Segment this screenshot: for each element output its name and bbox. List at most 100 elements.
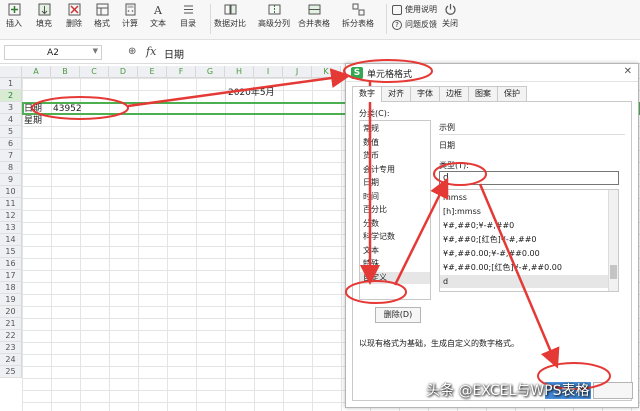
category-item[interactable]: 自定义 [360, 271, 430, 284]
column-header[interactable]: B [51, 66, 80, 78]
feedback-label: 问题反馈 [405, 20, 437, 29]
column-header[interactable]: K [312, 66, 341, 78]
row-header[interactable]: 20 [0, 306, 22, 318]
row-header[interactable]: 8 [0, 162, 22, 174]
delete-format-button[interactable]: 删除(D) [375, 307, 421, 323]
column-header[interactable]: E [138, 66, 167, 78]
select-all-corner[interactable] [0, 66, 22, 78]
delete-button[interactable]: 删除 [66, 2, 82, 29]
merge-tables-button[interactable]: 合并表格 [298, 2, 330, 29]
dialog-tab[interactable]: 对齐 [381, 86, 411, 101]
row-header[interactable]: 7 [0, 150, 22, 162]
row-header[interactable]: 13 [0, 222, 22, 234]
calc-button[interactable]: 计算 [122, 2, 138, 29]
format-item[interactable]: [h]:mmss [443, 205, 481, 218]
delete-icon [67, 2, 81, 16]
help-button[interactable]: 使用说明 [392, 4, 437, 15]
formula-input[interactable]: 日期 [164, 46, 184, 61]
chevron-down-icon[interactable]: ▼ [93, 47, 98, 55]
row-header[interactable]: 16 [0, 258, 22, 270]
category-item[interactable]: 日期 [363, 177, 379, 189]
row-header[interactable]: 19 [0, 294, 22, 306]
row-header[interactable]: 14 [0, 234, 22, 246]
cell-a3[interactable]: 星期 [24, 115, 42, 127]
row-header[interactable]: 23 [0, 342, 22, 354]
cell-title[interactable]: 2020年5月 [228, 87, 275, 99]
row-header[interactable]: 15 [0, 246, 22, 258]
split-tables-button[interactable]: 拆分表格 [342, 2, 374, 29]
row-header[interactable]: 17 [0, 270, 22, 282]
category-list[interactable]: 常规数值 货币会计专用 日期时间 百分比分数 科学记数文本 特殊 自定义 [359, 120, 431, 300]
column-header[interactable]: J [283, 66, 312, 78]
format-icon [95, 2, 109, 16]
text-button[interactable]: A 文本 [150, 2, 166, 29]
format-button[interactable]: 格式 [94, 2, 110, 29]
row-header[interactable]: 6 [0, 138, 22, 150]
format-item[interactable]: d [440, 275, 608, 288]
row-header[interactable]: 3 [0, 102, 22, 114]
dialog-tab[interactable]: 数字 [352, 86, 382, 102]
name-box[interactable]: A2 ▼ [4, 45, 102, 60]
column-header[interactable]: C [80, 66, 109, 78]
column-header[interactable]: F [167, 66, 196, 78]
advanced-split-button[interactable]: 高级分列 [258, 2, 290, 29]
ribbon-divider [386, 4, 387, 34]
toc-button[interactable]: 目录 [180, 2, 196, 29]
dialog-tab[interactable]: 图案 [468, 86, 498, 101]
category-item[interactable]: 货币 [363, 150, 379, 162]
column-header[interactable]: D [109, 66, 138, 78]
row-header[interactable]: 4 [0, 114, 22, 126]
row-header[interactable]: 22 [0, 330, 22, 342]
dialog-tab[interactable]: 保护 [497, 86, 527, 101]
column-header[interactable]: A [22, 66, 51, 78]
zoom-icon[interactable]: ⊕ [128, 46, 136, 57]
insert-button[interactable]: 插入 [6, 2, 22, 29]
close-button[interactable]: 关闭 [442, 2, 458, 29]
category-item[interactable]: 时间 [363, 191, 379, 203]
dialog-tab[interactable]: 边框 [439, 86, 469, 101]
close-icon[interactable]: ✕ [624, 66, 632, 77]
scrollbar-thumb[interactable] [610, 265, 617, 279]
data-compare-button[interactable]: 数据对比 [214, 2, 246, 29]
format-list-scrollbar[interactable] [608, 190, 618, 291]
row-header[interactable]: 9 [0, 174, 22, 186]
row-header[interactable]: 1 [0, 78, 22, 90]
format-item[interactable]: ¥#,##0;[红色]¥-#,##0 [443, 233, 537, 246]
dialog-tabs: 数字 对齐 字体 边框 图案 保护 [352, 86, 527, 102]
category-item[interactable]: 文本 [363, 245, 379, 257]
cancel-button[interactable] [593, 382, 633, 399]
fx-icon[interactable]: fx [146, 45, 156, 58]
format-item[interactable]: ¥#,##0.00;¥-#,##0.00 [443, 247, 540, 260]
row-header[interactable]: 21 [0, 318, 22, 330]
feedback-button[interactable]: ? 问题反馈 [392, 19, 437, 30]
category-item[interactable]: 科学记数 [363, 231, 395, 243]
cell-b2[interactable]: 43952 [53, 103, 82, 115]
category-item[interactable]: 会计专用 [363, 164, 395, 176]
type-input[interactable]: d [439, 171, 619, 185]
row-header[interactable]: 2 [0, 90, 22, 102]
category-item[interactable]: 特殊 [363, 258, 379, 270]
category-item[interactable]: 百分比 [363, 204, 387, 216]
category-item[interactable]: 分数 [363, 218, 379, 230]
row-header[interactable]: 12 [0, 210, 22, 222]
column-header[interactable]: I [254, 66, 283, 78]
column-header[interactable]: G [196, 66, 225, 78]
row-header[interactable]: 25 [0, 366, 22, 378]
delete-label: 删除 [66, 19, 82, 28]
column-header[interactable]: H [225, 66, 254, 78]
row-header[interactable]: 11 [0, 198, 22, 210]
cell-a2[interactable]: 日期 [24, 103, 42, 115]
fill-button[interactable]: 填充 [36, 2, 52, 29]
category-item[interactable]: 常规 [363, 123, 379, 135]
dialog-title-bar[interactable]: S 单元格格式 ✕ [346, 64, 638, 82]
row-header[interactable]: 5 [0, 126, 22, 138]
category-item[interactable]: 数值 [363, 137, 379, 149]
format-item[interactable]: mmss [443, 191, 467, 204]
dialog-tab[interactable]: 字体 [410, 86, 440, 101]
format-item[interactable]: ¥#,##0;¥-#,##0 [443, 219, 514, 232]
format-code-list[interactable]: mmss [h]:mmss ¥#,##0;¥-#,##0 ¥#,##0;[红色]¥-#… [439, 189, 619, 292]
row-header[interactable]: 24 [0, 354, 22, 366]
row-header[interactable]: 10 [0, 186, 22, 198]
format-item[interactable]: ¥#,##0.00;[红色]¥-#,##0.00 [443, 261, 562, 274]
row-header[interactable]: 18 [0, 282, 22, 294]
